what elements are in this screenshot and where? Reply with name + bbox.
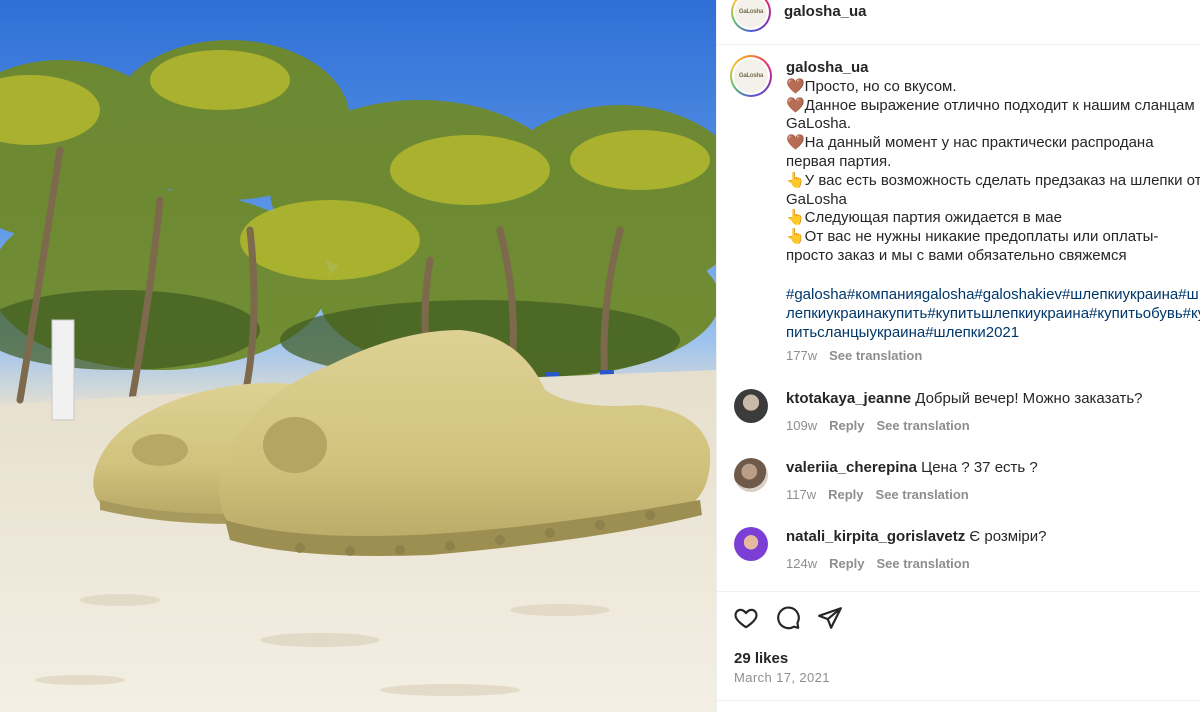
caption-line: 👆У вас есть возможность сделать предзака… [786,171,1200,208]
comment-meta: 117w Reply See translation [786,487,969,502]
comment: ktotakaya_jeanne Добрый вечер! Можно зак… [786,390,1143,407]
comment-age: 124w [786,556,818,571]
caption-see-translation-button[interactable]: See translation [829,348,922,363]
comment-age: 117w [786,487,817,502]
comment-username[interactable]: ktotakaya_jeanne [786,390,911,407]
heart-icon[interactable] [733,605,761,633]
comment-icon[interactable] [775,605,803,633]
share-icon[interactable] [817,605,845,633]
post-header: GaLosha galosha_ua [717,0,1200,45]
author-username[interactable]: galosha_ua [784,3,867,20]
caption-line: 🤎Данное выражение отлично подходит к наш… [786,96,1195,133]
comment-meta: 109w Reply See translation [786,418,970,433]
caption-line: 🤎На данный момент у нас практически расп… [786,134,1154,170]
caption-username[interactable]: galosha_ua [786,59,869,76]
caption-line: 🤎Просто, но со вкусом. [786,77,957,95]
reply-button[interactable]: Reply [829,556,864,571]
post-photo[interactable] [0,0,716,712]
caption-hashtags[interactable]: #galosha#компанияgalosha#galoshakiev#шле… [786,286,1200,342]
beach-scene [0,40,716,712]
comment-body: Є розміри? [969,528,1047,545]
comment-username[interactable]: valeriia_cherepina [786,459,917,476]
comment-avatar[interactable] [734,527,768,561]
caption-line: 👆От вас не нужны никакие предоплаты или … [786,228,1159,264]
comment: natali_kirpita_gorislavetz Є розміри? [786,528,1046,545]
post-panel: GaLosha galosha_ua GaLosha galosha_ua 🤎П… [716,0,1200,712]
post-date: March 17, 2021 [734,670,830,685]
comment: valeriia_cherepina Цена ? 37 есть ? [786,459,1038,476]
comment-meta: 124w Reply See translation [786,556,970,571]
divider [717,700,1200,701]
likes-count[interactable]: 29 likes [734,650,788,667]
caption-line: 👆Следующая партия ожидается в мае [786,209,1062,227]
caption-author-avatar[interactable]: GaLosha [730,55,772,97]
author-avatar[interactable]: GaLosha [731,0,771,32]
comment-body: Цена ? 37 есть ? [921,459,1038,476]
reply-button[interactable]: Reply [828,487,863,502]
divider [717,591,1200,592]
post-caption: galosha_ua 🤎Просто, но со вкусом. 🤎Данно… [786,59,1200,266]
comment-avatar[interactable] [734,389,768,423]
reply-button[interactable]: Reply [829,418,864,433]
comment-body: Добрый вечер! Можно заказать? [915,390,1143,407]
caption-meta: 177w See translation [786,348,922,363]
caption-age: 177w [786,348,818,363]
see-translation-button[interactable]: See translation [876,487,969,502]
see-translation-button[interactable]: See translation [876,418,969,433]
comment-avatar[interactable] [734,458,768,492]
comment-username[interactable]: natali_kirpita_gorislavetz [786,528,965,545]
see-translation-button[interactable]: See translation [876,556,969,571]
comment-age: 109w [786,418,818,433]
